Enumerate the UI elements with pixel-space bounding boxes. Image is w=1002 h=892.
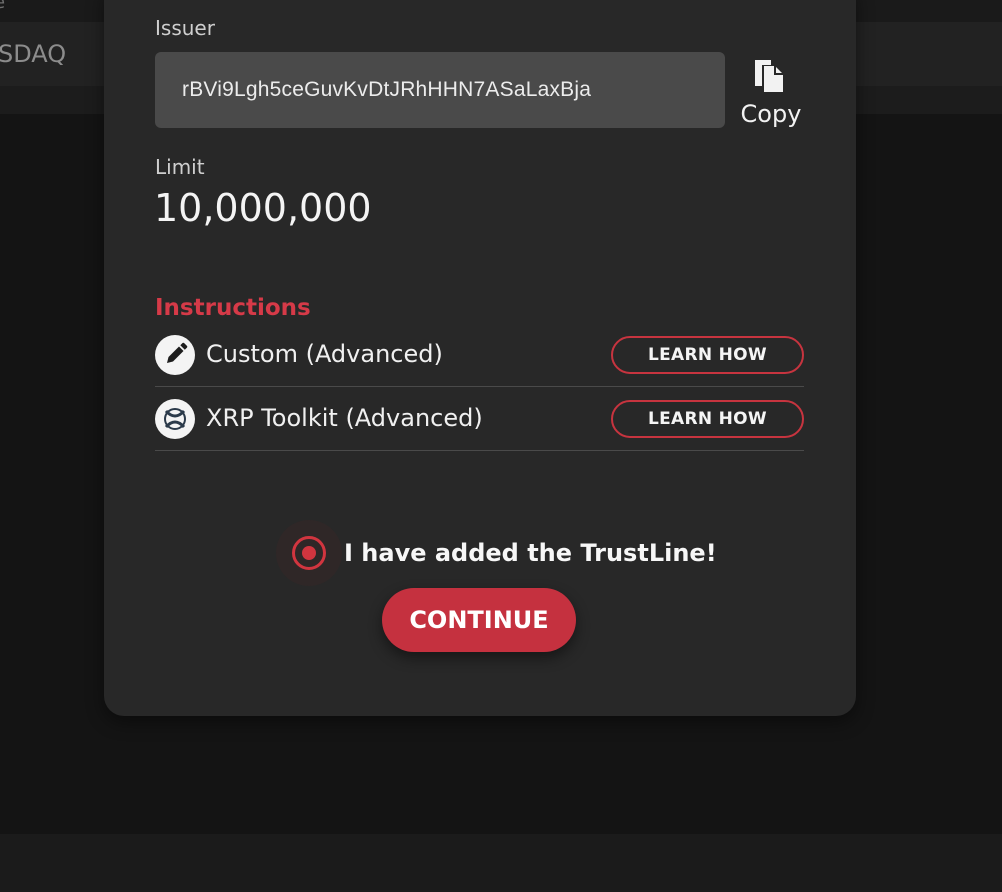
- continue-button[interactable]: CONTINUE: [382, 588, 576, 652]
- page: e SDAQ Issuer rBVi9Lgh5ceGuvKvDtJRhHHN7A…: [0, 0, 1002, 892]
- radio-selected-icon: [292, 536, 326, 570]
- background-top-text: e: [0, 0, 5, 13]
- learn-how-button-custom[interactable]: LEARN HOW: [611, 336, 804, 374]
- learn-how-button-xrp-toolkit[interactable]: LEARN HOW: [611, 400, 804, 438]
- trustline-modal: Issuer rBVi9Lgh5ceGuvKvDtJRhHHN7ASaLaxBj…: [104, 0, 856, 716]
- background-row-text: SDAQ: [0, 40, 67, 68]
- copy-label: Copy: [740, 100, 802, 128]
- xrp-toolkit-icon: [155, 399, 195, 439]
- trustline-confirm-row: I have added the TrustLine!: [276, 520, 717, 590]
- instruction-label: XRP Toolkit (Advanced): [206, 404, 483, 432]
- limit-label: Limit: [155, 155, 205, 179]
- copy-button[interactable]: Copy: [736, 54, 806, 128]
- issuer-address-field[interactable]: rBVi9Lgh5ceGuvKvDtJRhHHN7ASaLaxBja: [155, 52, 725, 128]
- instruction-row-xrp-toolkit: XRP Toolkit (Advanced) LEARN HOW: [155, 387, 804, 451]
- issuer-label: Issuer: [155, 16, 215, 40]
- background-bottom-strip: [0, 834, 1002, 892]
- pencil-icon: [155, 335, 195, 375]
- instruction-label: Custom (Advanced): [206, 340, 443, 368]
- trustline-confirm-radio[interactable]: [276, 520, 342, 586]
- copy-icon: [752, 56, 786, 94]
- trustline-confirm-label[interactable]: I have added the TrustLine!: [344, 539, 717, 567]
- limit-value: 10,000,000: [154, 186, 372, 230]
- instruction-row-custom: Custom (Advanced) LEARN HOW: [155, 323, 804, 387]
- instructions-heading: Instructions: [155, 295, 311, 321]
